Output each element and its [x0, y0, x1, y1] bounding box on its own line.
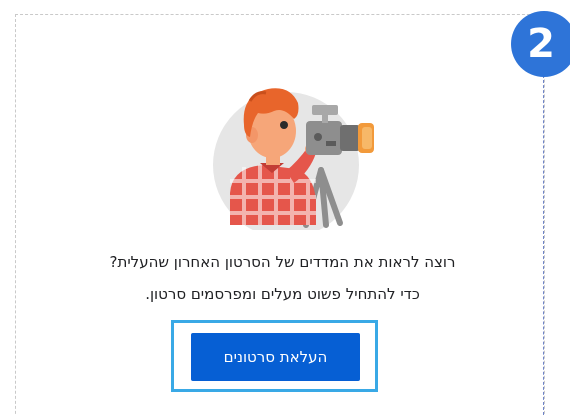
empty-state-question: רוצה לראות את המדדים של הסרטון האחרון שה… — [109, 253, 456, 271]
upload-videos-button[interactable]: העלאת סרטונים — [191, 333, 360, 381]
card-divider — [543, 70, 544, 415]
videographer-illustration-icon — [213, 88, 374, 230]
page: 2 רוצה לראות את המדדים של הסרטון האחרון … — [0, 0, 570, 415]
step-number: 2 — [527, 21, 555, 67]
empty-state-instruction: כדי להתחיל פשוט מעלים ומפרסמים סרטון. — [145, 285, 420, 303]
step-number-badge: 2 — [511, 11, 570, 77]
